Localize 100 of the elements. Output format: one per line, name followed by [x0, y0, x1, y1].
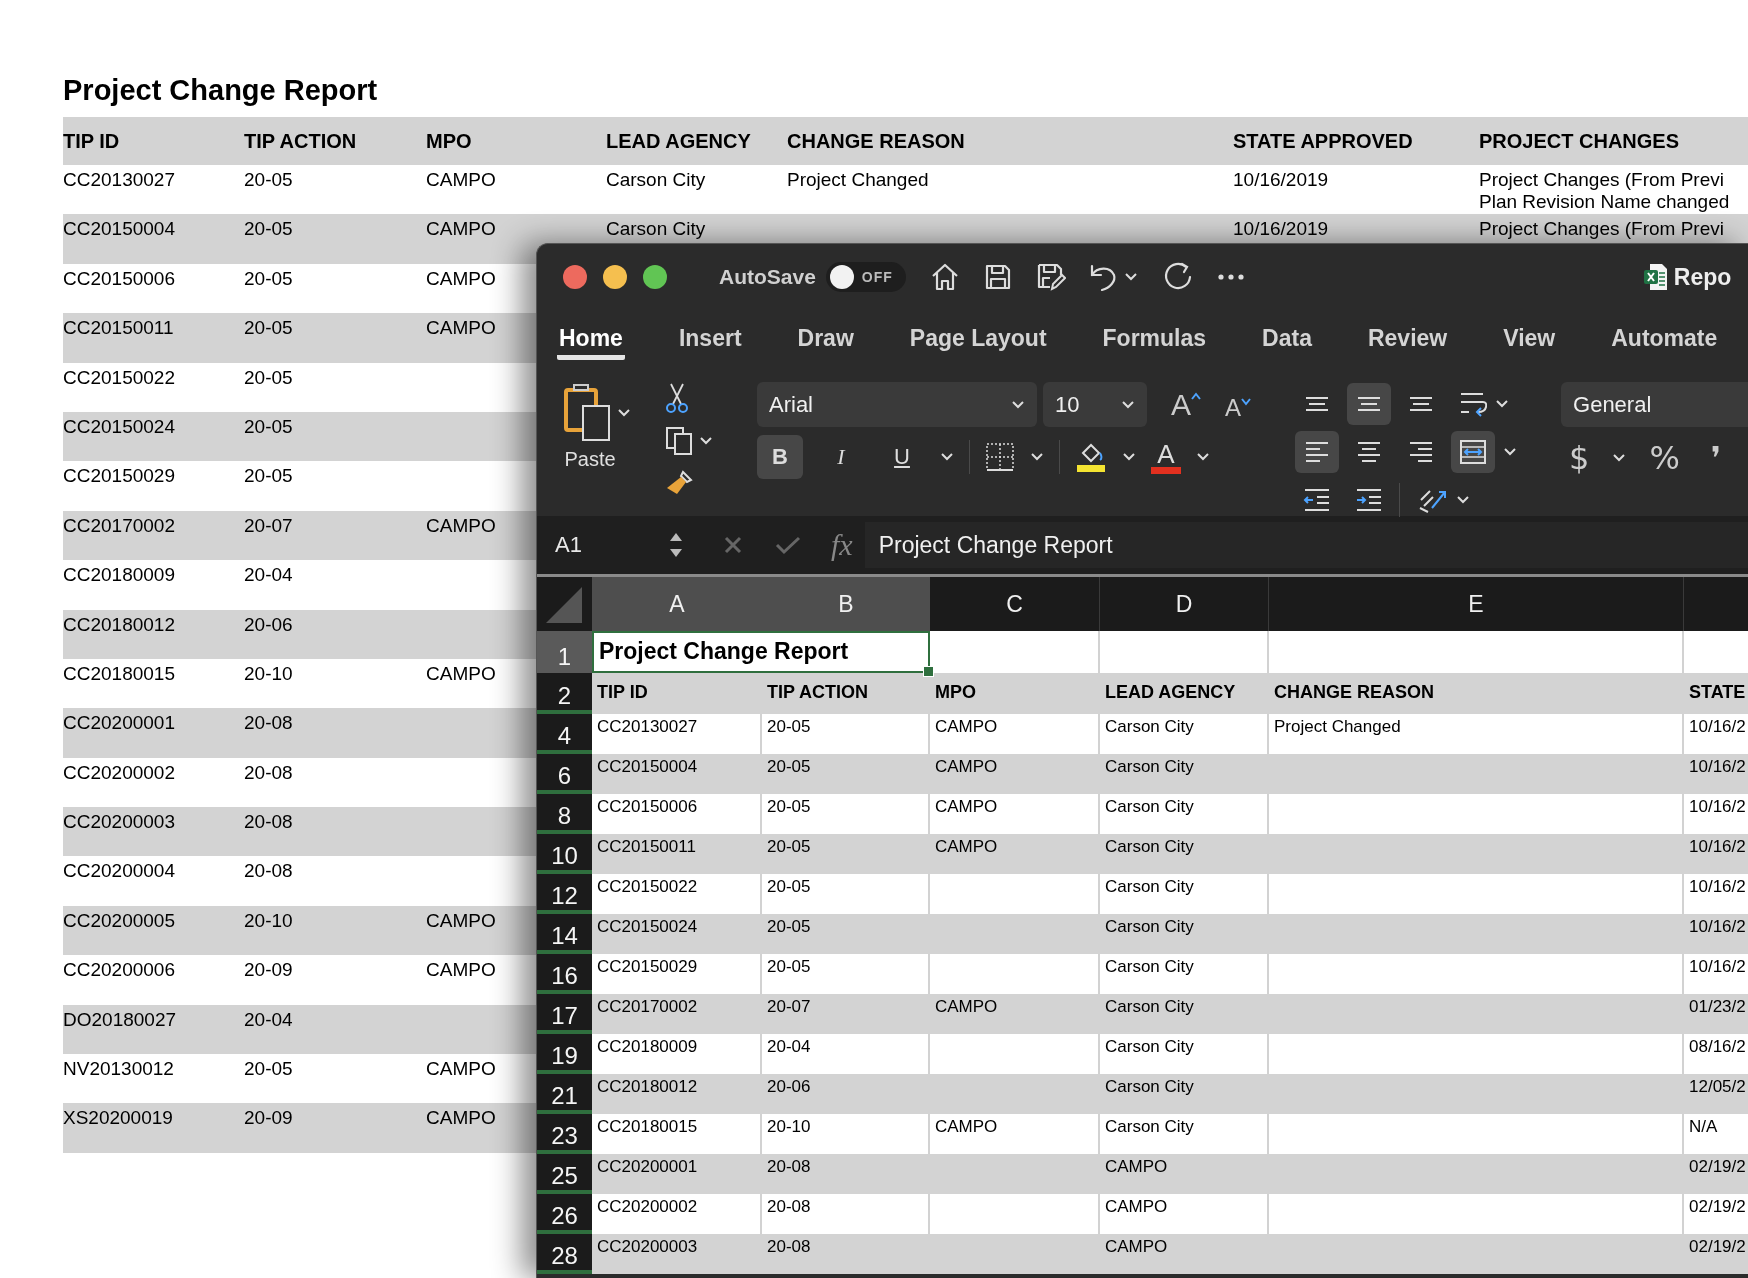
table-cell: Plan Revision Name changed	[1479, 191, 1730, 213]
increase-font-button[interactable]: A	[1171, 387, 1201, 422]
table-cell: 20-10	[244, 662, 293, 684]
comma-style-button[interactable]: ❜	[1710, 439, 1722, 477]
row-number[interactable]: 12	[537, 874, 592, 914]
ribbon-tab[interactable]: Automate	[1609, 310, 1720, 360]
row-number[interactable]: 23	[537, 1114, 592, 1154]
scissors-icon[interactable]	[665, 382, 689, 414]
vertical-align-icon	[1357, 397, 1382, 411]
row-number[interactable]: 16	[537, 954, 592, 994]
ribbon-tab[interactable]: Review	[1365, 310, 1450, 360]
underline-button[interactable]: U	[879, 435, 925, 479]
row-number[interactable]: 25	[537, 1154, 592, 1194]
borders-icon[interactable]	[985, 442, 1015, 472]
bold-button[interactable]: B	[757, 435, 803, 479]
font-dropdown[interactable]: Arial	[757, 382, 1037, 427]
copy-icon[interactable]	[665, 426, 695, 456]
table-cell: 20-05	[244, 169, 293, 190]
table-cell: Carson City	[606, 218, 706, 240]
save-edit-icon[interactable]	[1035, 262, 1066, 292]
row-number[interactable]: 2	[537, 673, 592, 714]
caret-icon[interactable]	[1122, 452, 1136, 462]
align-left-button[interactable]	[1295, 431, 1340, 473]
row-number[interactable]: 28	[537, 1234, 592, 1274]
table-cell: CC20200005	[63, 909, 175, 931]
caret-icon[interactable]	[699, 436, 713, 446]
row-number[interactable]: 19	[537, 1034, 592, 1074]
column-header: TIP ACTION	[244, 129, 358, 153]
table-cell: 20-07	[244, 514, 293, 536]
save-icon[interactable]	[983, 263, 1012, 291]
text-align-icon	[1408, 439, 1435, 465]
insert-function-button[interactable]: fx	[831, 528, 853, 562]
check-icon[interactable]	[775, 535, 801, 555]
ribbon-tab[interactable]: View	[1501, 310, 1558, 360]
row-number[interactable]: 21	[537, 1074, 592, 1114]
row-number[interactable]: 6	[537, 754, 592, 794]
zoom-button[interactable]	[643, 265, 667, 289]
caret-icon[interactable]	[1196, 452, 1210, 462]
percent-button[interactable]: %	[1649, 439, 1680, 477]
column-header[interactable]: B	[762, 577, 930, 631]
ribbon-tab[interactable]: Page Layout	[907, 310, 1049, 360]
table-cell: 20-05	[244, 218, 293, 240]
cancel-icon[interactable]	[723, 535, 743, 555]
ribbon-tab[interactable]: Insert	[676, 310, 744, 360]
row-number[interactable]: 17	[537, 994, 592, 1034]
caret-icon[interactable]	[1456, 495, 1471, 505]
table-cell: 10/16/2019	[1233, 218, 1329, 240]
table-cell: CAMPO	[426, 1107, 496, 1129]
caret-icon[interactable]	[1123, 272, 1138, 282]
name-box[interactable]: A1	[555, 532, 669, 558]
font-color-button[interactable]: A	[1151, 440, 1181, 474]
italic-button[interactable]: I	[818, 435, 864, 479]
ribbon-tab[interactable]: Home	[557, 310, 625, 360]
table-cell: 20-04	[244, 1008, 293, 1030]
ribbon-tab[interactable]: Formulas	[1100, 310, 1209, 360]
increase-indent-icon[interactable]	[1355, 487, 1384, 513]
font-size-dropdown[interactable]: 10	[1043, 382, 1147, 427]
caret-icon[interactable]	[1503, 447, 1518, 457]
column-header[interactable]: A	[592, 577, 762, 631]
caret-icon[interactable]	[1030, 452, 1044, 462]
caret-icon[interactable]	[617, 408, 631, 418]
merge-center-button[interactable]	[1451, 431, 1496, 473]
paste-button[interactable]: Paste	[564, 448, 616, 471]
row-number[interactable]: 10	[537, 834, 592, 874]
minimize-button[interactable]	[603, 265, 627, 289]
document-title: Repo	[1673, 263, 1732, 291]
decrease-indent-icon[interactable]	[1303, 487, 1332, 513]
vertical-align-icon	[1305, 397, 1330, 411]
caret-icon	[1191, 391, 1201, 400]
caret-icon[interactable]	[1495, 399, 1510, 409]
autosave-toggle[interactable]: OFF	[825, 262, 906, 292]
column-header: CHANGE REASON	[787, 129, 966, 153]
number-format-dropdown[interactable]: General	[1561, 382, 1748, 427]
autosave-label: AutoSave	[719, 265, 816, 289]
caret-icon[interactable]	[1612, 453, 1627, 463]
table-cell: CAMPO	[426, 267, 496, 289]
report-title: Project Change Report	[63, 74, 379, 108]
close-button[interactable]	[563, 265, 587, 289]
row-number[interactable]: 8	[537, 794, 592, 834]
align-middle-button[interactable]	[1347, 383, 1392, 425]
caret-icon	[1241, 397, 1252, 406]
table-cell: CC20130027	[63, 169, 175, 190]
decrease-font-button[interactable]: A	[1225, 393, 1252, 422]
row-number[interactable]: 4	[537, 714, 592, 754]
caret-icon[interactable]	[940, 452, 954, 462]
table-cell: CC20180009	[63, 564, 175, 586]
row-number[interactable]: 26	[537, 1194, 592, 1234]
row-number[interactable]: 14	[537, 914, 592, 954]
brush-icon[interactable]	[665, 468, 695, 496]
table-cell: CC20150006	[63, 267, 175, 289]
formula-field[interactable]: Project Change Report	[864, 522, 1748, 568]
fill-color-icon[interactable]	[1075, 441, 1107, 473]
table-cell: 20-04	[244, 564, 293, 586]
row-number[interactable]: 1	[537, 631, 592, 673]
ribbon-tab[interactable]: Data	[1260, 310, 1314, 360]
more-icon[interactable]	[1217, 273, 1244, 281]
currency-button[interactable]: $	[1569, 439, 1590, 477]
ribbon-tab[interactable]: Draw	[795, 310, 856, 360]
table-cell: CC20200003	[63, 811, 175, 833]
table-cell: CAMPO	[426, 1058, 496, 1080]
